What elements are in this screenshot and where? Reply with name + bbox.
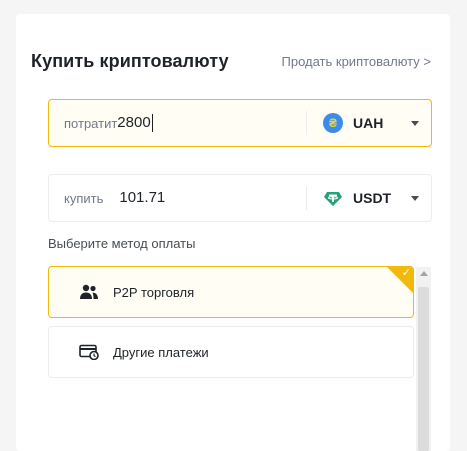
page-title: Купить криптовалюту bbox=[31, 50, 229, 71]
spend-amount: 2800 bbox=[117, 114, 151, 131]
buy-crypto-card bbox=[16, 14, 450, 451]
chevron-down-icon bbox=[411, 120, 419, 126]
buy-field[interactable]: купить 101.71 USDT bbox=[48, 174, 432, 222]
hryvnia-icon: ₴ bbox=[323, 113, 343, 133]
card-header: Купить криптовалюту Продать криптовалюту… bbox=[31, 50, 431, 72]
spend-currency-select[interactable]: ₴ UAH bbox=[307, 100, 431, 146]
buy-input[interactable]: 101.71 bbox=[119, 187, 306, 209]
buy-currency-select[interactable]: USDT bbox=[307, 175, 431, 221]
buy-label: купить bbox=[64, 190, 104, 206]
scrollbar-thumb[interactable] bbox=[418, 287, 429, 451]
payment-method-other[interactable]: Другие платежи bbox=[48, 326, 414, 378]
check-icon: ✓ bbox=[401, 267, 411, 279]
method-label-other: Другие платежи bbox=[113, 344, 209, 360]
spend-currency-code: UAH bbox=[353, 115, 384, 131]
spend-field[interactable]: потратит 2800 ₴ UAH bbox=[48, 99, 432, 147]
chevron-down-icon bbox=[411, 195, 419, 201]
tether-icon bbox=[323, 188, 343, 208]
card-payment-icon bbox=[79, 342, 99, 362]
spend-input[interactable]: 2800 bbox=[117, 112, 306, 134]
spend-label: потратит bbox=[64, 115, 118, 131]
sell-crypto-link[interactable]: Продать криптовалюту > bbox=[282, 54, 432, 69]
payment-method-p2p[interactable]: P2P торговля ✓ bbox=[48, 266, 414, 318]
payment-method-label: Выберите метод оплаты bbox=[48, 236, 196, 251]
buy-currency-code: USDT bbox=[353, 190, 392, 206]
scrollbar[interactable] bbox=[416, 267, 431, 451]
scroll-up-arrow-icon[interactable] bbox=[420, 271, 428, 276]
text-caret bbox=[151, 114, 153, 133]
users-icon bbox=[79, 282, 99, 302]
method-label-p2p: P2P торговля bbox=[113, 284, 195, 300]
